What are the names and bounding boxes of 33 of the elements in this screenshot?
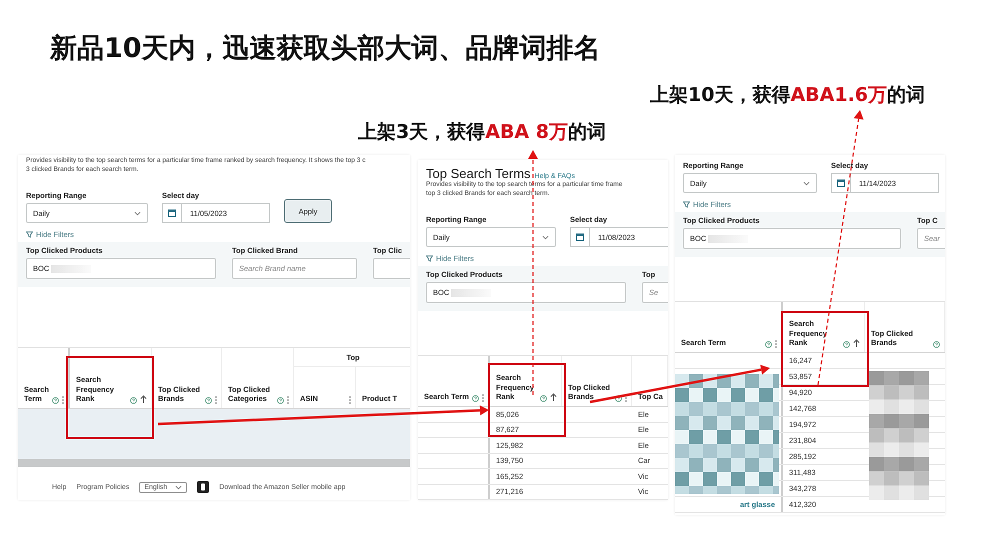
help-icon[interactable] — [205, 397, 212, 404]
filter-icon — [426, 255, 433, 262]
help-icon[interactable] — [130, 397, 138, 404]
help-icon[interactable] — [52, 397, 60, 404]
help-icon[interactable] — [277, 397, 284, 404]
more-icon[interactable] — [287, 396, 290, 404]
phone-app-icon — [197, 481, 210, 493]
more-icon[interactable] — [349, 396, 352, 404]
calendar-icon[interactable] — [168, 209, 176, 217]
callout-text: 上架10天，获得ABA1.6万的词 — [650, 83, 926, 108]
filter-icon — [26, 231, 33, 238]
chevron-down-icon — [175, 484, 182, 490]
help-icon[interactable] — [615, 395, 622, 402]
filter-icon — [683, 201, 690, 208]
page-title: Top Search Terms — [426, 166, 531, 181]
help-icon[interactable] — [843, 341, 850, 348]
help-icon[interactable] — [933, 341, 940, 348]
chevron-down-icon — [134, 210, 141, 216]
more-icon[interactable] — [215, 396, 218, 404]
callout-text: 上架3天，获得ABA 8万的词 — [358, 120, 606, 145]
slide-title: 新品10天内，迅速获取头部大词、品牌词排名 — [50, 32, 601, 66]
sort-arrow-icon[interactable] — [853, 339, 860, 348]
calendar-icon[interactable] — [576, 233, 584, 241]
calendar-icon[interactable] — [837, 179, 845, 187]
chevron-down-icon — [803, 180, 810, 186]
help-icon[interactable] — [472, 395, 479, 402]
help-icon[interactable] — [540, 395, 547, 402]
more-icon[interactable] — [62, 396, 64, 404]
scrollbar[interactable] — [18, 459, 410, 467]
chevron-down-icon — [542, 234, 549, 240]
sort-arrow-icon[interactable] — [140, 395, 148, 404]
sort-arrow-icon[interactable] — [550, 393, 557, 402]
help-icon[interactable] — [765, 341, 772, 348]
